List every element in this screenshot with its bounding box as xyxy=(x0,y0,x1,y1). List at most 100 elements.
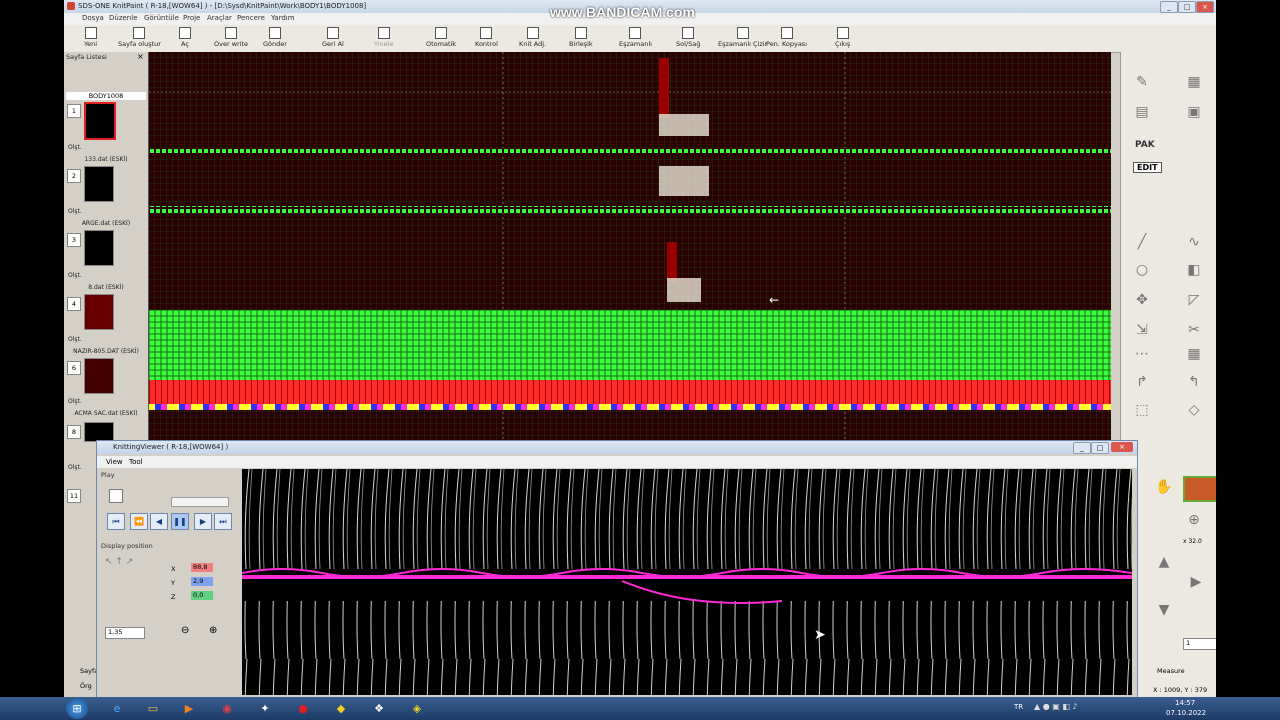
window-copy-button[interactable]: Pen. Kopyası xyxy=(766,27,807,48)
app-icon-2[interactable]: ◆ xyxy=(326,698,356,719)
page-thumbnail[interactable] xyxy=(84,102,116,140)
knit-adj-button[interactable]: Knit Adj. xyxy=(519,27,546,48)
ellipse-tool-icon[interactable]: ○ xyxy=(1129,260,1155,280)
zoom-out-icon[interactable]: ⊖ xyxy=(181,625,189,636)
draw-tool-icon[interactable]: ✎ xyxy=(1129,72,1155,92)
chrome-icon[interactable]: ◉ xyxy=(212,698,242,719)
app-icon-1[interactable]: ✦ xyxy=(250,698,280,719)
app-icon-4[interactable]: ◈ xyxy=(402,698,432,719)
page-ctl[interactable]: Olşt. xyxy=(68,336,82,343)
language-indicator[interactable]: TR xyxy=(1014,703,1023,711)
menu-duzenle[interactable]: Düzenle xyxy=(109,14,138,22)
menu-araclar[interactable]: Araçlar xyxy=(207,14,232,22)
move-tool-icon[interactable]: ⇲ xyxy=(1129,320,1155,340)
menu-goruntule[interactable]: Görüntüle xyxy=(144,14,179,22)
measure-button[interactable]: Measure xyxy=(1157,667,1185,675)
nav-arrows-icon[interactable]: ↖ ↑ ↗ xyxy=(105,557,133,567)
page-ctl[interactable]: Olşt. xyxy=(68,272,82,279)
edit-button[interactable]: EDIT xyxy=(1133,162,1162,173)
left-right-button[interactable]: Sol/Sağ xyxy=(676,27,700,48)
sync-draw-button[interactable]: Eşzamanlı Çizir xyxy=(718,27,767,48)
menu-proje[interactable]: Proje xyxy=(183,14,200,22)
nav-right-icon[interactable]: ▶ xyxy=(1183,572,1209,592)
auto-button[interactable]: Otomatik xyxy=(426,27,456,48)
x-field[interactable]: 88,8 xyxy=(191,563,213,572)
zoom-in-icon[interactable]: ⊕ xyxy=(209,625,217,636)
create-page-button[interactable]: Sayfa oluştur xyxy=(118,27,161,48)
page-ctl[interactable]: Olşt. xyxy=(68,398,82,405)
step-back-button[interactable]: ⏪ xyxy=(130,513,148,530)
clock-time[interactable]: 14:57 xyxy=(1175,699,1195,707)
tray-icons[interactable]: ▲ ● ▣ ◧ ♪ xyxy=(1034,702,1078,711)
media-player-icon[interactable]: ▶ xyxy=(174,698,204,719)
viewer-minimize-button[interactable]: _ xyxy=(1073,442,1091,454)
page-ctl[interactable]: Olşt. xyxy=(68,208,82,215)
viewer-maximize-button[interactable]: □ xyxy=(1091,442,1109,454)
select-tool-icon[interactable]: ⬚ xyxy=(1129,400,1155,420)
close-button[interactable]: × xyxy=(1196,1,1214,13)
send-button[interactable]: Gönder xyxy=(263,27,287,48)
page-ctl[interactable]: Olşt. xyxy=(68,464,82,471)
curve-tool-icon[interactable]: ∿ xyxy=(1181,232,1207,252)
scale-field[interactable]: 1,35 xyxy=(105,627,145,639)
maximize-button[interactable]: □ xyxy=(1178,1,1196,13)
arrow-right-tool-icon[interactable]: ↰ xyxy=(1181,372,1207,392)
record-icon[interactable]: ● xyxy=(288,698,318,719)
skip-end-button[interactable]: ⏭ xyxy=(214,513,232,530)
menu-dosya[interactable]: Dosya xyxy=(82,14,104,22)
knitting-3d-view[interactable]: ➤ xyxy=(242,469,1132,695)
link-tool-icon[interactable]: ⋯ xyxy=(1129,344,1155,364)
next-button[interactable]: ▶ xyxy=(194,513,212,530)
play-panel-icon[interactable] xyxy=(109,489,123,503)
easy-tool-icon[interactable]: ▣ xyxy=(1181,102,1207,122)
transform-tool-icon[interactable]: ✥ xyxy=(1129,290,1155,310)
hand-tool-icon[interactable]: ✋ xyxy=(1151,477,1177,497)
page-thumbnail[interactable] xyxy=(84,422,114,442)
menu-view[interactable]: View xyxy=(106,458,123,466)
minimize-button[interactable]: _ xyxy=(1160,1,1178,13)
page-thumbnail[interactable] xyxy=(84,166,114,202)
overwrite-button[interactable]: Over write xyxy=(214,27,248,48)
prev-button[interactable]: ◀ xyxy=(150,513,168,530)
exit-button[interactable]: Çıkış xyxy=(835,27,850,48)
line-tool-icon[interactable]: ╱ xyxy=(1129,232,1155,252)
knit-canvas[interactable]: ← xyxy=(148,52,1111,440)
menu-yardim[interactable]: Yardım xyxy=(271,14,295,22)
combine-button[interactable]: Birleşik xyxy=(569,27,593,48)
open-button[interactable]: Aç xyxy=(179,27,191,48)
z-field[interactable]: 0,0 xyxy=(191,591,213,600)
ie-icon[interactable]: e xyxy=(102,698,132,719)
check-button[interactable]: Kontrol xyxy=(475,27,498,48)
app-icon-3[interactable]: ❖ xyxy=(364,698,394,719)
page-list-close-icon[interactable]: × xyxy=(137,52,144,61)
pak-label[interactable]: PAK xyxy=(1135,140,1155,150)
skip-start-button[interactable]: ⏮ xyxy=(107,513,125,530)
eraser-tool-icon[interactable]: ◇ xyxy=(1181,400,1207,420)
page-thumbnail[interactable] xyxy=(84,358,114,394)
stairs-tool-icon[interactable]: ◸ xyxy=(1181,290,1207,310)
viewer-close-button[interactable]: × xyxy=(1111,442,1133,452)
spin-field[interactable]: 1 xyxy=(1183,638,1216,650)
page-thumbnail[interactable] xyxy=(84,230,114,266)
page-thumbnail[interactable] xyxy=(84,294,114,330)
page-ctl[interactable]: Olşt. xyxy=(68,144,82,151)
new-button[interactable]: Yeni xyxy=(84,27,97,48)
grid-tool-icon[interactable]: ▦ xyxy=(1181,344,1207,364)
nav-up-icon[interactable]: ▲ xyxy=(1151,552,1177,572)
clock-date[interactable]: 07.10.2022 xyxy=(1166,709,1206,717)
menu-tool[interactable]: Tool xyxy=(129,458,143,466)
sync-button[interactable]: Eşzamanlı xyxy=(619,27,652,48)
play-slider[interactable] xyxy=(171,497,229,507)
redo-button[interactable]: Yinele xyxy=(374,27,393,48)
fill-tool-icon[interactable]: ◧ xyxy=(1181,260,1207,280)
color-swatch[interactable] xyxy=(1183,476,1216,502)
pause-button[interactable]: ❚❚ xyxy=(171,513,189,530)
nav-down-icon[interactable]: ▼ xyxy=(1151,600,1177,620)
y-field[interactable]: 2,9 xyxy=(191,577,213,586)
cut-tool-icon[interactable]: ✂ xyxy=(1181,320,1207,340)
undo-button[interactable]: Geri Al xyxy=(322,27,344,48)
arrow-tool-icon[interactable]: ↱ xyxy=(1129,372,1155,392)
explorer-icon[interactable]: ▭ xyxy=(138,698,168,719)
zoom-in-icon[interactable]: ⊕ xyxy=(1181,510,1207,530)
knit-tool-icon[interactable]: ▤ xyxy=(1129,102,1155,122)
